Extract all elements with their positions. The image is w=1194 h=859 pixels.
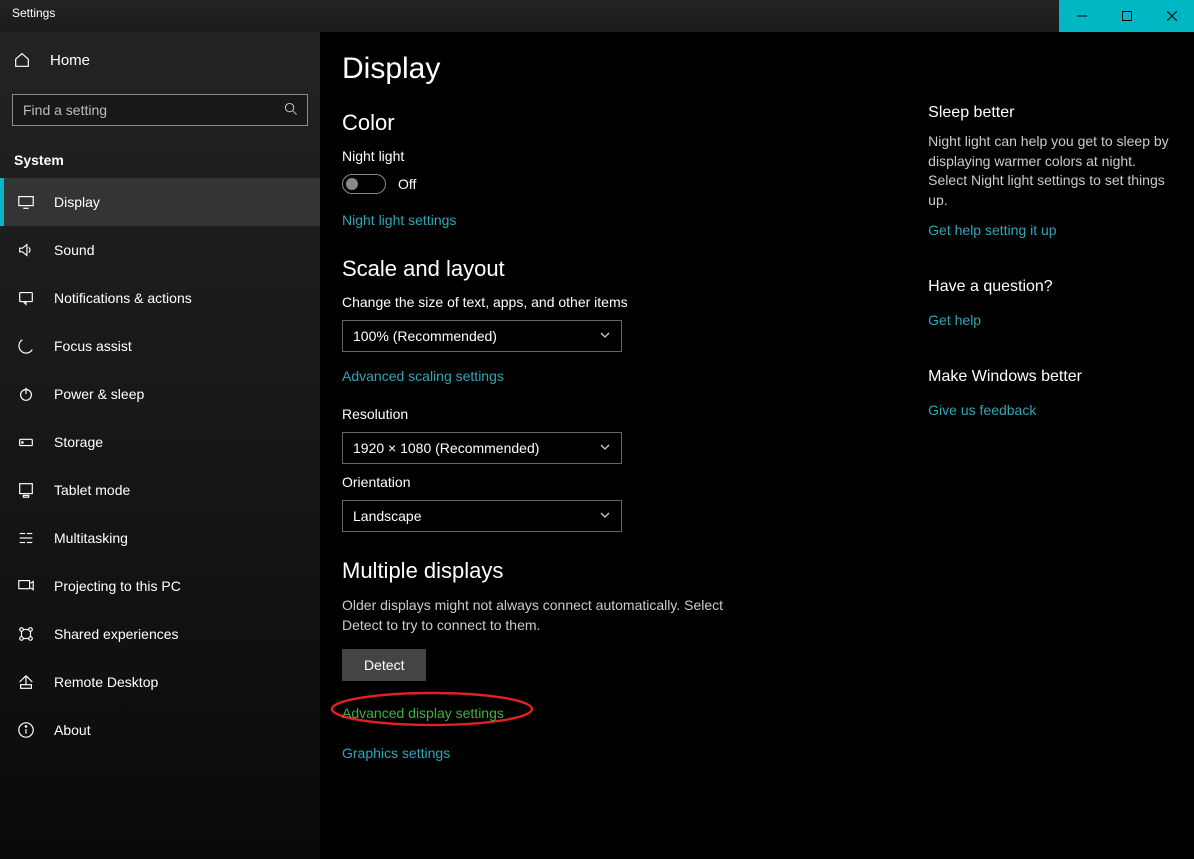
section-scale: Scale and layout: [342, 256, 888, 282]
orientation-select[interactable]: Landscape: [342, 500, 622, 532]
sidebar-category: System: [0, 134, 320, 178]
section-color: Color: [342, 110, 888, 136]
titlebar: Settings: [0, 0, 1194, 32]
graphics-settings-link[interactable]: Graphics settings: [342, 745, 450, 761]
sidebar-item-sound[interactable]: Sound: [0, 226, 320, 274]
focus-assist-icon: [16, 337, 36, 355]
sidebar-item-about[interactable]: About: [0, 706, 320, 754]
chevron-down-icon: [599, 328, 611, 344]
night-light-settings-link[interactable]: Night light settings: [342, 212, 456, 228]
advanced-display-settings-link[interactable]: Advanced display settings: [342, 705, 504, 721]
sleep-better-heading: Sleep better: [928, 104, 1172, 122]
sidebar-item-label: Projecting to this PC: [54, 578, 181, 594]
feedback-link[interactable]: Give us feedback: [928, 402, 1036, 418]
chevron-down-icon: [599, 440, 611, 456]
projecting-icon: [16, 577, 36, 595]
sidebar-item-label: Multitasking: [54, 530, 128, 546]
window-title: Settings: [12, 6, 55, 20]
home-nav[interactable]: Home: [0, 32, 320, 88]
sidebar-item-label: About: [54, 722, 91, 738]
minimize-button[interactable]: [1059, 0, 1104, 32]
about-icon: [16, 721, 36, 739]
page-title: Display: [342, 52, 1172, 86]
sidebar-item-label: Shared experiences: [54, 626, 179, 642]
get-help-link[interactable]: Get help: [928, 312, 981, 328]
night-light-state: Off: [398, 176, 416, 192]
sidebar-item-power-sleep[interactable]: Power & sleep: [0, 370, 320, 418]
resolution-select[interactable]: 1920 × 1080 (Recommended): [342, 432, 622, 464]
chevron-down-icon: [599, 508, 611, 524]
resolution-value: 1920 × 1080 (Recommended): [353, 440, 539, 456]
question-heading: Have a question?: [928, 278, 1172, 296]
night-light-toggle[interactable]: [342, 174, 386, 194]
remote-desktop-icon: [16, 673, 36, 691]
text-size-select[interactable]: 100% (Recommended): [342, 320, 622, 352]
sidebar-item-label: Sound: [54, 242, 94, 258]
sidebar-item-label: Display: [54, 194, 100, 210]
sleep-better-link[interactable]: Get help setting it up: [928, 222, 1056, 238]
home-label: Home: [50, 52, 90, 69]
main-content: Display Color Night light Off Night ligh…: [320, 32, 1194, 859]
home-icon: [12, 51, 32, 69]
night-light-label: Night light: [342, 148, 888, 164]
aside-column: Sleep better Night light can help you ge…: [928, 104, 1172, 767]
sidebar-item-label: Storage: [54, 434, 103, 450]
settings-column: Color Night light Off Night light settin…: [342, 104, 888, 767]
sidebar-item-label: Focus assist: [54, 338, 132, 354]
shared-icon: [16, 625, 36, 643]
sidebar-item-label: Power & sleep: [54, 386, 144, 402]
orientation-label: Orientation: [342, 474, 888, 490]
sidebar-item-storage[interactable]: Storage: [0, 418, 320, 466]
sidebar-item-display[interactable]: Display: [0, 178, 320, 226]
close-button[interactable]: [1149, 0, 1194, 32]
multiple-displays-text: Older displays might not always connect …: [342, 596, 762, 635]
tablet-icon: [16, 481, 36, 499]
detect-button[interactable]: Detect: [342, 649, 426, 681]
storage-icon: [16, 433, 36, 451]
sidebar-item-label: Tablet mode: [54, 482, 130, 498]
sidebar-item-shared-experiences[interactable]: Shared experiences: [0, 610, 320, 658]
text-size-value: 100% (Recommended): [353, 328, 497, 344]
resolution-label: Resolution: [342, 406, 888, 422]
power-icon: [16, 385, 36, 403]
search-box: [12, 94, 308, 126]
sidebar-item-multitasking[interactable]: Multitasking: [0, 514, 320, 562]
feedback-heading: Make Windows better: [928, 368, 1172, 386]
maximize-button[interactable]: [1104, 0, 1149, 32]
sidebar-item-focus-assist[interactable]: Focus assist: [0, 322, 320, 370]
window-controls: [1059, 0, 1194, 32]
sidebar: Home System Display Sound Notifications …: [0, 32, 320, 859]
text-size-label: Change the size of text, apps, and other…: [342, 294, 888, 310]
orientation-value: Landscape: [353, 508, 422, 524]
sleep-better-text: Night light can help you get to sleep by…: [928, 132, 1172, 210]
sidebar-item-remote-desktop[interactable]: Remote Desktop: [0, 658, 320, 706]
sound-icon: [16, 241, 36, 259]
advanced-scaling-link[interactable]: Advanced scaling settings: [342, 368, 504, 384]
multitasking-icon: [16, 529, 36, 547]
sidebar-item-projecting[interactable]: Projecting to this PC: [0, 562, 320, 610]
notifications-icon: [16, 289, 36, 307]
section-multiple-displays: Multiple displays: [342, 558, 888, 584]
sidebar-item-notifications[interactable]: Notifications & actions: [0, 274, 320, 322]
display-icon: [16, 193, 36, 211]
search-input[interactable]: [12, 94, 308, 126]
sidebar-item-tablet-mode[interactable]: Tablet mode: [0, 466, 320, 514]
sidebar-item-label: Remote Desktop: [54, 674, 158, 690]
sidebar-item-label: Notifications & actions: [54, 290, 192, 306]
